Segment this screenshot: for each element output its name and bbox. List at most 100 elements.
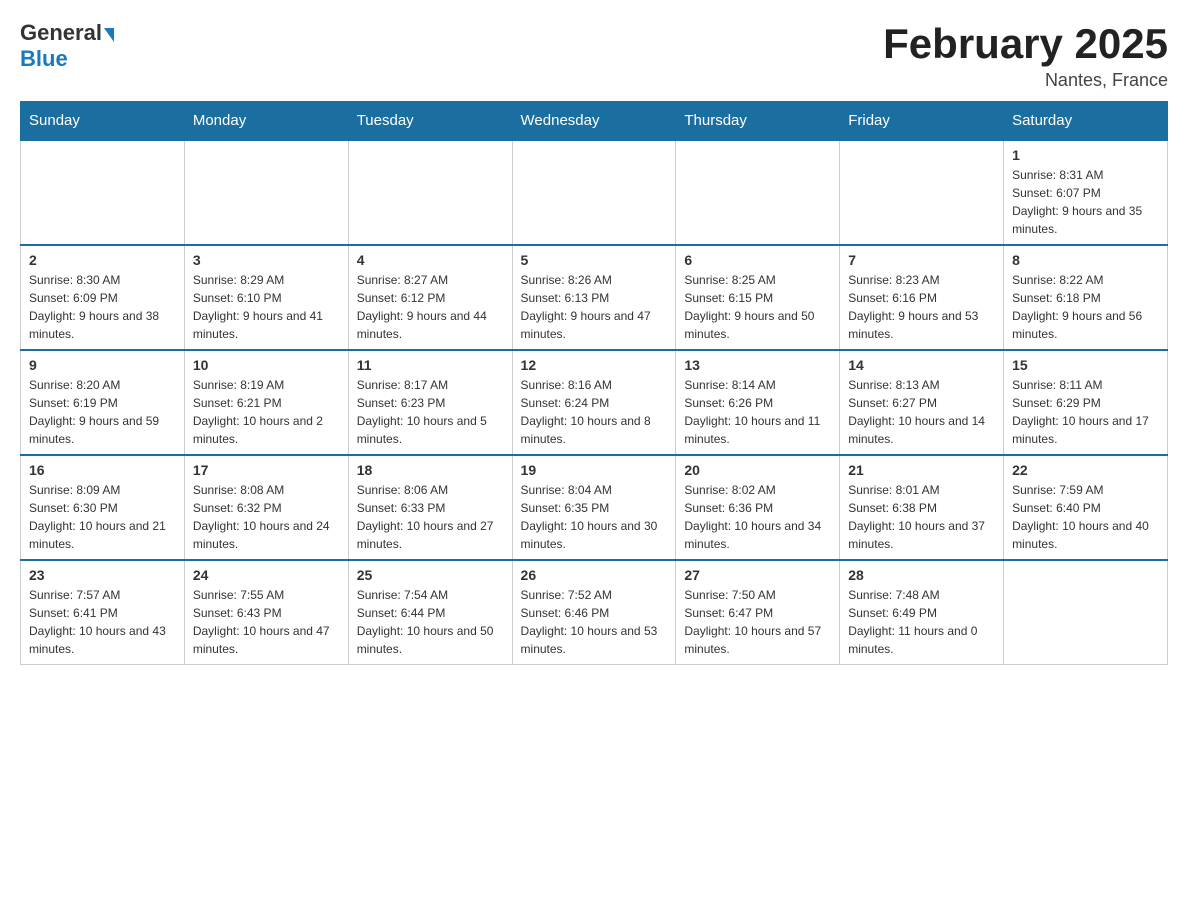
calendar-cell [1004, 560, 1168, 665]
day-info: Sunrise: 8:13 AMSunset: 6:27 PMDaylight:… [848, 376, 995, 448]
week-row-2: 2 Sunrise: 8:30 AMSunset: 6:09 PMDaylight… [21, 245, 1168, 350]
day-number: 3 [193, 252, 340, 268]
day-info: Sunrise: 7:52 AMSunset: 6:46 PMDaylight:… [521, 586, 668, 658]
day-info: Sunrise: 8:06 AMSunset: 6:33 PMDaylight:… [357, 481, 504, 553]
day-info: Sunrise: 8:02 AMSunset: 6:36 PMDaylight:… [684, 481, 831, 553]
calendar-cell: 18 Sunrise: 8:06 AMSunset: 6:33 PMDayligh… [348, 455, 512, 560]
day-number: 26 [521, 567, 668, 583]
day-number: 13 [684, 357, 831, 373]
header-wednesday: Wednesday [512, 102, 676, 141]
month-title: February 2025 [883, 20, 1168, 68]
calendar-cell: 12Sunrise: 8:16 AMSunset: 6:24 PMDayligh… [512, 350, 676, 455]
header-thursday: Thursday [676, 102, 840, 141]
calendar-cell: 6 Sunrise: 8:25 AMSunset: 6:15 PMDaylight… [676, 245, 840, 350]
day-info: Sunrise: 7:55 AMSunset: 6:43 PMDaylight:… [193, 586, 340, 658]
calendar-cell [676, 140, 840, 245]
calendar-header-row: Sunday Monday Tuesday Wednesday Thursday… [21, 102, 1168, 141]
day-info: Sunrise: 7:54 AMSunset: 6:44 PMDaylight:… [357, 586, 504, 658]
logo-arrow-icon [104, 28, 114, 42]
day-info: Sunrise: 8:01 AMSunset: 6:38 PMDaylight:… [848, 481, 995, 553]
day-number: 5 [521, 252, 668, 268]
week-row-1: 1Sunrise: 8:31 AMSunset: 6:07 PMDaylight… [21, 140, 1168, 245]
calendar-cell: 28 Sunrise: 7:48 AMSunset: 6:49 PMDayligh… [840, 560, 1004, 665]
calendar-cell: 22 Sunrise: 7:59 AMSunset: 6:40 PMDayligh… [1004, 455, 1168, 560]
calendar-cell: 20 Sunrise: 8:02 AMSunset: 6:36 PMDayligh… [676, 455, 840, 560]
day-number: 6 [684, 252, 831, 268]
calendar-cell [21, 140, 185, 245]
calendar-cell: 5 Sunrise: 8:26 AMSunset: 6:13 PMDaylight… [512, 245, 676, 350]
day-number: 25 [357, 567, 504, 583]
day-info: Sunrise: 7:59 AMSunset: 6:40 PMDaylight:… [1012, 481, 1159, 553]
day-number: 7 [848, 252, 995, 268]
day-number: 20 [684, 462, 831, 478]
calendar-cell [512, 140, 676, 245]
day-info: Sunrise: 8:25 AMSunset: 6:15 PMDaylight:… [684, 271, 831, 343]
day-number: 28 [848, 567, 995, 583]
day-info: Sunrise: 8:08 AMSunset: 6:32 PMDaylight:… [193, 481, 340, 553]
calendar-cell: 1Sunrise: 8:31 AMSunset: 6:07 PMDaylight… [1004, 140, 1168, 245]
day-number: 24 [193, 567, 340, 583]
day-info: Sunrise: 7:48 AMSunset: 6:49 PMDaylight:… [848, 586, 995, 658]
calendar-cell: 24 Sunrise: 7:55 AMSunset: 6:43 PMDayligh… [184, 560, 348, 665]
day-number: 21 [848, 462, 995, 478]
calendar-cell [184, 140, 348, 245]
calendar-cell: 7 Sunrise: 8:23 AMSunset: 6:16 PMDaylight… [840, 245, 1004, 350]
calendar-cell [348, 140, 512, 245]
day-number: 4 [357, 252, 504, 268]
week-row-5: 23Sunrise: 7:57 AMSunset: 6:41 PMDayligh… [21, 560, 1168, 665]
calendar-cell: 23Sunrise: 7:57 AMSunset: 6:41 PMDayligh… [21, 560, 185, 665]
logo-general-text: General [20, 20, 102, 46]
calendar-cell: 14 Sunrise: 8:13 AMSunset: 6:27 PMDayligh… [840, 350, 1004, 455]
day-number: 2 [29, 252, 176, 268]
day-info: Sunrise: 8:19 AMSunset: 6:21 PMDaylight:… [193, 376, 340, 448]
calendar-cell: 10Sunrise: 8:19 AMSunset: 6:21 PMDayligh… [184, 350, 348, 455]
day-info: Sunrise: 8:23 AMSunset: 6:16 PMDaylight:… [848, 271, 995, 343]
day-number: 8 [1012, 252, 1159, 268]
day-info: Sunrise: 8:29 AMSunset: 6:10 PMDaylight:… [193, 271, 340, 343]
calendar-cell: 15 Sunrise: 8:11 AMSunset: 6:29 PMDayligh… [1004, 350, 1168, 455]
day-number: 11 [357, 357, 504, 373]
day-info: Sunrise: 8:26 AMSunset: 6:13 PMDaylight:… [521, 271, 668, 343]
title-section: February 2025 Nantes, France [883, 20, 1168, 91]
day-info: Sunrise: 7:57 AMSunset: 6:41 PMDaylight:… [29, 586, 176, 658]
day-number: 14 [848, 357, 995, 373]
calendar-cell: 4 Sunrise: 8:27 AMSunset: 6:12 PMDaylight… [348, 245, 512, 350]
header-sunday: Sunday [21, 102, 185, 141]
header-friday: Friday [840, 102, 1004, 141]
day-info: Sunrise: 8:27 AMSunset: 6:12 PMDaylight:… [357, 271, 504, 343]
logo-blue-text: Blue [20, 46, 68, 72]
day-info: Sunrise: 8:20 AMSunset: 6:19 PMDaylight:… [29, 376, 176, 448]
day-number: 17 [193, 462, 340, 478]
day-info: Sunrise: 8:30 AMSunset: 6:09 PMDaylight:… [29, 271, 176, 343]
day-number: 22 [1012, 462, 1159, 478]
day-number: 9 [29, 357, 176, 373]
day-number: 27 [684, 567, 831, 583]
calendar-cell: 21 Sunrise: 8:01 AMSunset: 6:38 PMDayligh… [840, 455, 1004, 560]
calendar-cell: 16Sunrise: 8:09 AMSunset: 6:30 PMDayligh… [21, 455, 185, 560]
logo: General Blue [20, 20, 114, 72]
day-info: Sunrise: 8:04 AMSunset: 6:35 PMDaylight:… [521, 481, 668, 553]
calendar-cell: 11 Sunrise: 8:17 AMSunset: 6:23 PMDayligh… [348, 350, 512, 455]
day-info: Sunrise: 8:22 AMSunset: 6:18 PMDaylight:… [1012, 271, 1159, 343]
day-info: Sunrise: 7:50 AMSunset: 6:47 PMDaylight:… [684, 586, 831, 658]
day-info: Sunrise: 8:14 AMSunset: 6:26 PMDaylight:… [684, 376, 831, 448]
day-info: Sunrise: 8:11 AMSunset: 6:29 PMDaylight:… [1012, 376, 1159, 448]
header-monday: Monday [184, 102, 348, 141]
location: Nantes, France [883, 70, 1168, 91]
day-info: Sunrise: 8:17 AMSunset: 6:23 PMDaylight:… [357, 376, 504, 448]
day-number: 15 [1012, 357, 1159, 373]
day-number: 18 [357, 462, 504, 478]
day-number: 19 [521, 462, 668, 478]
calendar-cell: 17 Sunrise: 8:08 AMSunset: 6:32 PMDayligh… [184, 455, 348, 560]
day-info: Sunrise: 8:31 AMSunset: 6:07 PMDaylight:… [1012, 166, 1159, 238]
calendar-cell: 3 Sunrise: 8:29 AMSunset: 6:10 PMDaylight… [184, 245, 348, 350]
calendar-cell: 8 Sunrise: 8:22 AMSunset: 6:18 PMDaylight… [1004, 245, 1168, 350]
day-info: Sunrise: 8:16 AMSunset: 6:24 PMDaylight:… [521, 376, 668, 448]
day-info: Sunrise: 8:09 AMSunset: 6:30 PMDaylight:… [29, 481, 176, 553]
calendar-cell: 19 Sunrise: 8:04 AMSunset: 6:35 PMDayligh… [512, 455, 676, 560]
calendar-cell: 13 Sunrise: 8:14 AMSunset: 6:26 PMDayligh… [676, 350, 840, 455]
calendar-cell: 2 Sunrise: 8:30 AMSunset: 6:09 PMDaylight… [21, 245, 185, 350]
calendar-cell: 27 Sunrise: 7:50 AMSunset: 6:47 PMDayligh… [676, 560, 840, 665]
header-saturday: Saturday [1004, 102, 1168, 141]
calendar-cell: 25 Sunrise: 7:54 AMSunset: 6:44 PMDayligh… [348, 560, 512, 665]
